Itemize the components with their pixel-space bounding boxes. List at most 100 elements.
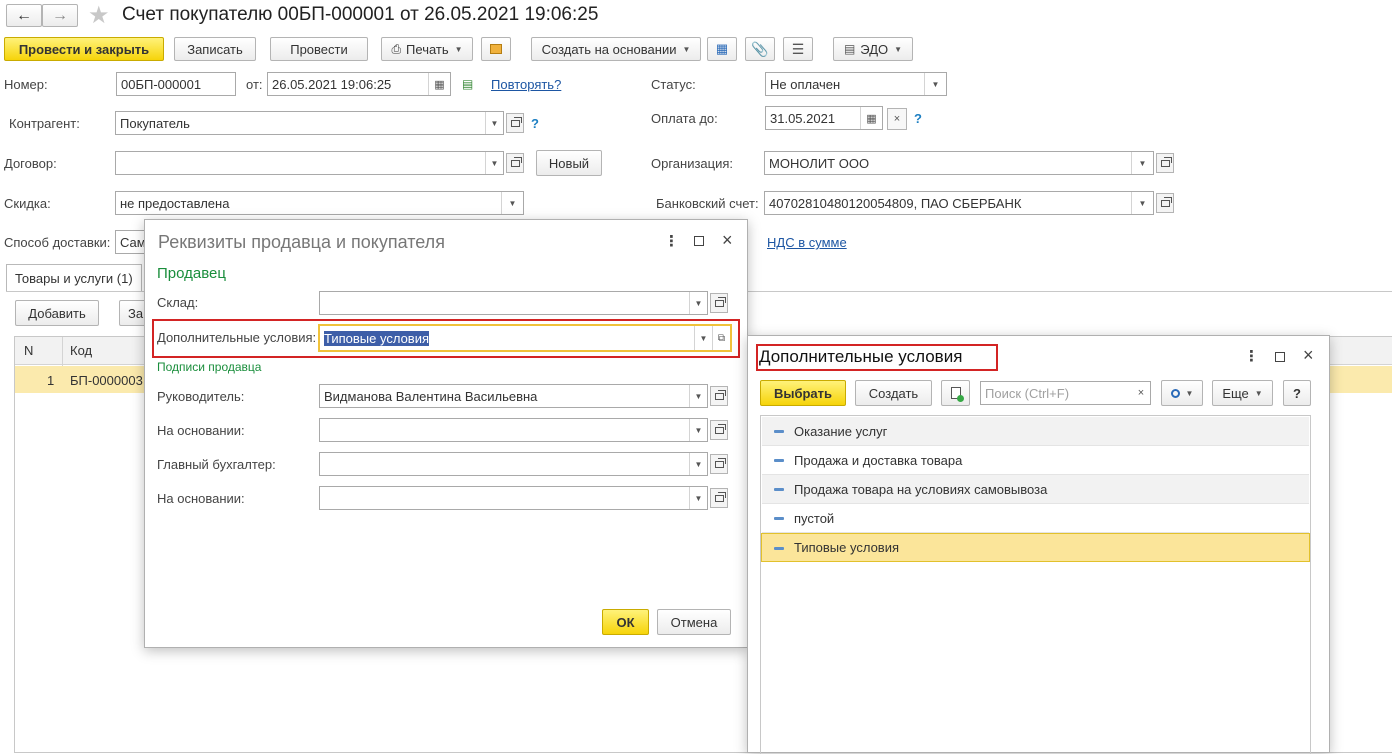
new-contract-button[interactable]: Новый [536, 150, 602, 176]
chief-accountant-open-button[interactable] [710, 454, 728, 474]
pay-until-help-icon[interactable]: ? [914, 111, 922, 126]
chief-accountant-field[interactable]: ▼ [319, 452, 708, 476]
copy-button[interactable] [941, 380, 970, 406]
additional-terms-dialog: Дополнительные условия ⋮ × Выбрать Созда… [747, 335, 1330, 754]
clear-search-icon[interactable]: × [1132, 382, 1150, 404]
discount-select[interactable]: не предоставлена ▼ [115, 191, 524, 215]
open-icon [1160, 156, 1172, 167]
counterparty-help-icon[interactable]: ? [531, 116, 539, 131]
edo-button[interactable]: ▤ ЭДО ▼ [833, 37, 913, 61]
chevron-down-icon[interactable]: ▼ [689, 385, 707, 407]
chevron-down-icon[interactable]: ▼ [689, 292, 707, 314]
list-item[interactable]: Оказание услуг [762, 417, 1309, 446]
more-vertical-icon[interactable]: ⋮ [1244, 347, 1259, 365]
calendar-icon[interactable]: ▦ [860, 107, 882, 129]
help-button[interactable]: ? [1283, 380, 1311, 406]
list-item-selected[interactable]: Типовые условия [761, 533, 1310, 562]
post-button[interactable]: Провести [270, 37, 368, 61]
chevron-down-icon[interactable]: ▼ [689, 453, 707, 475]
chevron-down-icon[interactable]: ▼ [485, 152, 503, 174]
maximize-icon[interactable] [694, 236, 704, 246]
chevron-down-icon[interactable]: ▼ [689, 487, 707, 509]
chevron-down-icon[interactable]: ▼ [1131, 192, 1153, 214]
counterparty-open-button[interactable] [506, 113, 524, 133]
copy-add-icon [950, 387, 964, 402]
organization-field[interactable]: МОНОЛИТ ООО ▼ [764, 151, 1154, 175]
warehouse-field[interactable]: ▼ [319, 291, 708, 315]
column-header-n[interactable]: N [24, 343, 33, 358]
contract-open-button[interactable] [506, 153, 524, 173]
head-open-button[interactable] [710, 386, 728, 406]
close-icon[interactable]: × [1303, 345, 1314, 366]
discount-value: не предоставлена [120, 195, 230, 211]
post-and-close-button[interactable]: Провести и закрыть [4, 37, 164, 61]
counterparty-label: Контрагент: [9, 116, 80, 131]
contract-label: Договор: [4, 156, 57, 171]
window-title: Счет покупателю 00БП-000001 от 26.05.202… [122, 4, 599, 25]
save-button[interactable]: Записать [174, 37, 256, 61]
head-basis-field[interactable]: ▼ [319, 418, 708, 442]
list-item[interactable]: Продажа и доставка товара [762, 446, 1309, 475]
number-field[interactable]: 00БП-000001 [116, 72, 236, 96]
maximize-icon[interactable] [1275, 352, 1285, 362]
pay-until-field[interactable]: 31.05.2021 ▦ [765, 106, 883, 130]
list-item[interactable]: Продажа товара на условиях самовывоза [762, 475, 1309, 504]
contract-field[interactable]: ▼ [115, 151, 504, 175]
more-button[interactable]: Еще ▼ [1212, 380, 1273, 406]
attach-button[interactable]: 📎 [745, 37, 775, 61]
column-header-code[interactable]: Код [70, 343, 92, 358]
chevron-down-icon[interactable]: ▼ [924, 73, 946, 95]
arrow-right-icon: → [52, 6, 68, 24]
bank-account-field[interactable]: 40702810480120054809, ПАО СБЕРБАНК ▼ [764, 191, 1154, 215]
accountant-basis-open-button[interactable] [710, 488, 728, 508]
list-item-label: Продажа и доставка товара [794, 452, 963, 468]
list-item[interactable]: пустой [762, 504, 1309, 533]
printer-icon: ⎙ [391, 41, 402, 56]
counterparty-field[interactable]: Покупатель ▼ [115, 111, 504, 135]
vat-link[interactable]: НДС в сумме [767, 235, 847, 250]
star-icon[interactable]: ★ [88, 1, 110, 30]
date-field[interactable]: 26.05.2021 19:06:25 ▦ [267, 72, 451, 96]
close-icon[interactable]: × [722, 230, 733, 251]
calendar-icon[interactable]: ▦ [428, 73, 450, 95]
organization-open-button[interactable] [1156, 153, 1174, 173]
row-number: 1 [47, 373, 55, 388]
search-button[interactable]: ▼ [1161, 380, 1203, 406]
item-icon [774, 430, 784, 433]
bank-account-label: Банковский счет: [656, 196, 759, 211]
chevron-down-icon[interactable]: ▼ [501, 192, 523, 214]
accountant-basis-field[interactable]: ▼ [319, 486, 708, 510]
chevron-down-icon[interactable]: ▼ [1131, 152, 1153, 174]
chevron-down-icon: ▼ [1254, 388, 1263, 398]
ok-button[interactable]: ОК [602, 609, 649, 635]
bank-account-open-button[interactable] [1156, 193, 1174, 213]
structure-button[interactable]: ▦ [707, 37, 737, 61]
clear-icon[interactable]: × [887, 108, 907, 130]
chevron-down-icon[interactable]: ▼ [689, 419, 707, 441]
email-button[interactable] [481, 37, 511, 61]
back-button[interactable]: ← [6, 4, 42, 27]
forward-button[interactable]: → [42, 4, 78, 27]
add-row-button[interactable]: Добавить [15, 300, 99, 326]
pay-until-value: 31.05.2021 [770, 110, 836, 126]
number-label: Номер: [4, 77, 48, 92]
cancel-button[interactable]: Отмена [657, 609, 731, 635]
report-button[interactable]: ☰ [783, 37, 813, 61]
warehouse-open-button[interactable] [710, 293, 728, 313]
head-basis-open-button[interactable] [710, 420, 728, 440]
status-label: Статус: [651, 77, 696, 92]
more-vertical-icon[interactable]: ⋮ [664, 232, 679, 250]
create-based-on-button[interactable]: Создать на основании ▼ [531, 37, 701, 61]
search-input[interactable]: Поиск (Ctrl+F) × [980, 381, 1151, 405]
head-field[interactable]: Видманова Валентина Васильевна ▼ [319, 384, 708, 408]
tab-goods-services[interactable]: Товары и услуги (1) [6, 264, 142, 291]
status-select[interactable]: Не оплачен ▼ [765, 72, 947, 96]
create-button[interactable]: Создать [855, 380, 932, 406]
print-button[interactable]: ⎙ Печать ▼ [381, 37, 473, 61]
envelope-icon [490, 44, 502, 54]
select-button[interactable]: Выбрать [760, 380, 846, 406]
repeat-link[interactable]: Повторять? [491, 77, 561, 92]
chevron-down-icon[interactable]: ▼ [485, 112, 503, 134]
terms-highlight-frame [152, 319, 740, 358]
pay-until-label: Оплата до: [651, 111, 718, 126]
